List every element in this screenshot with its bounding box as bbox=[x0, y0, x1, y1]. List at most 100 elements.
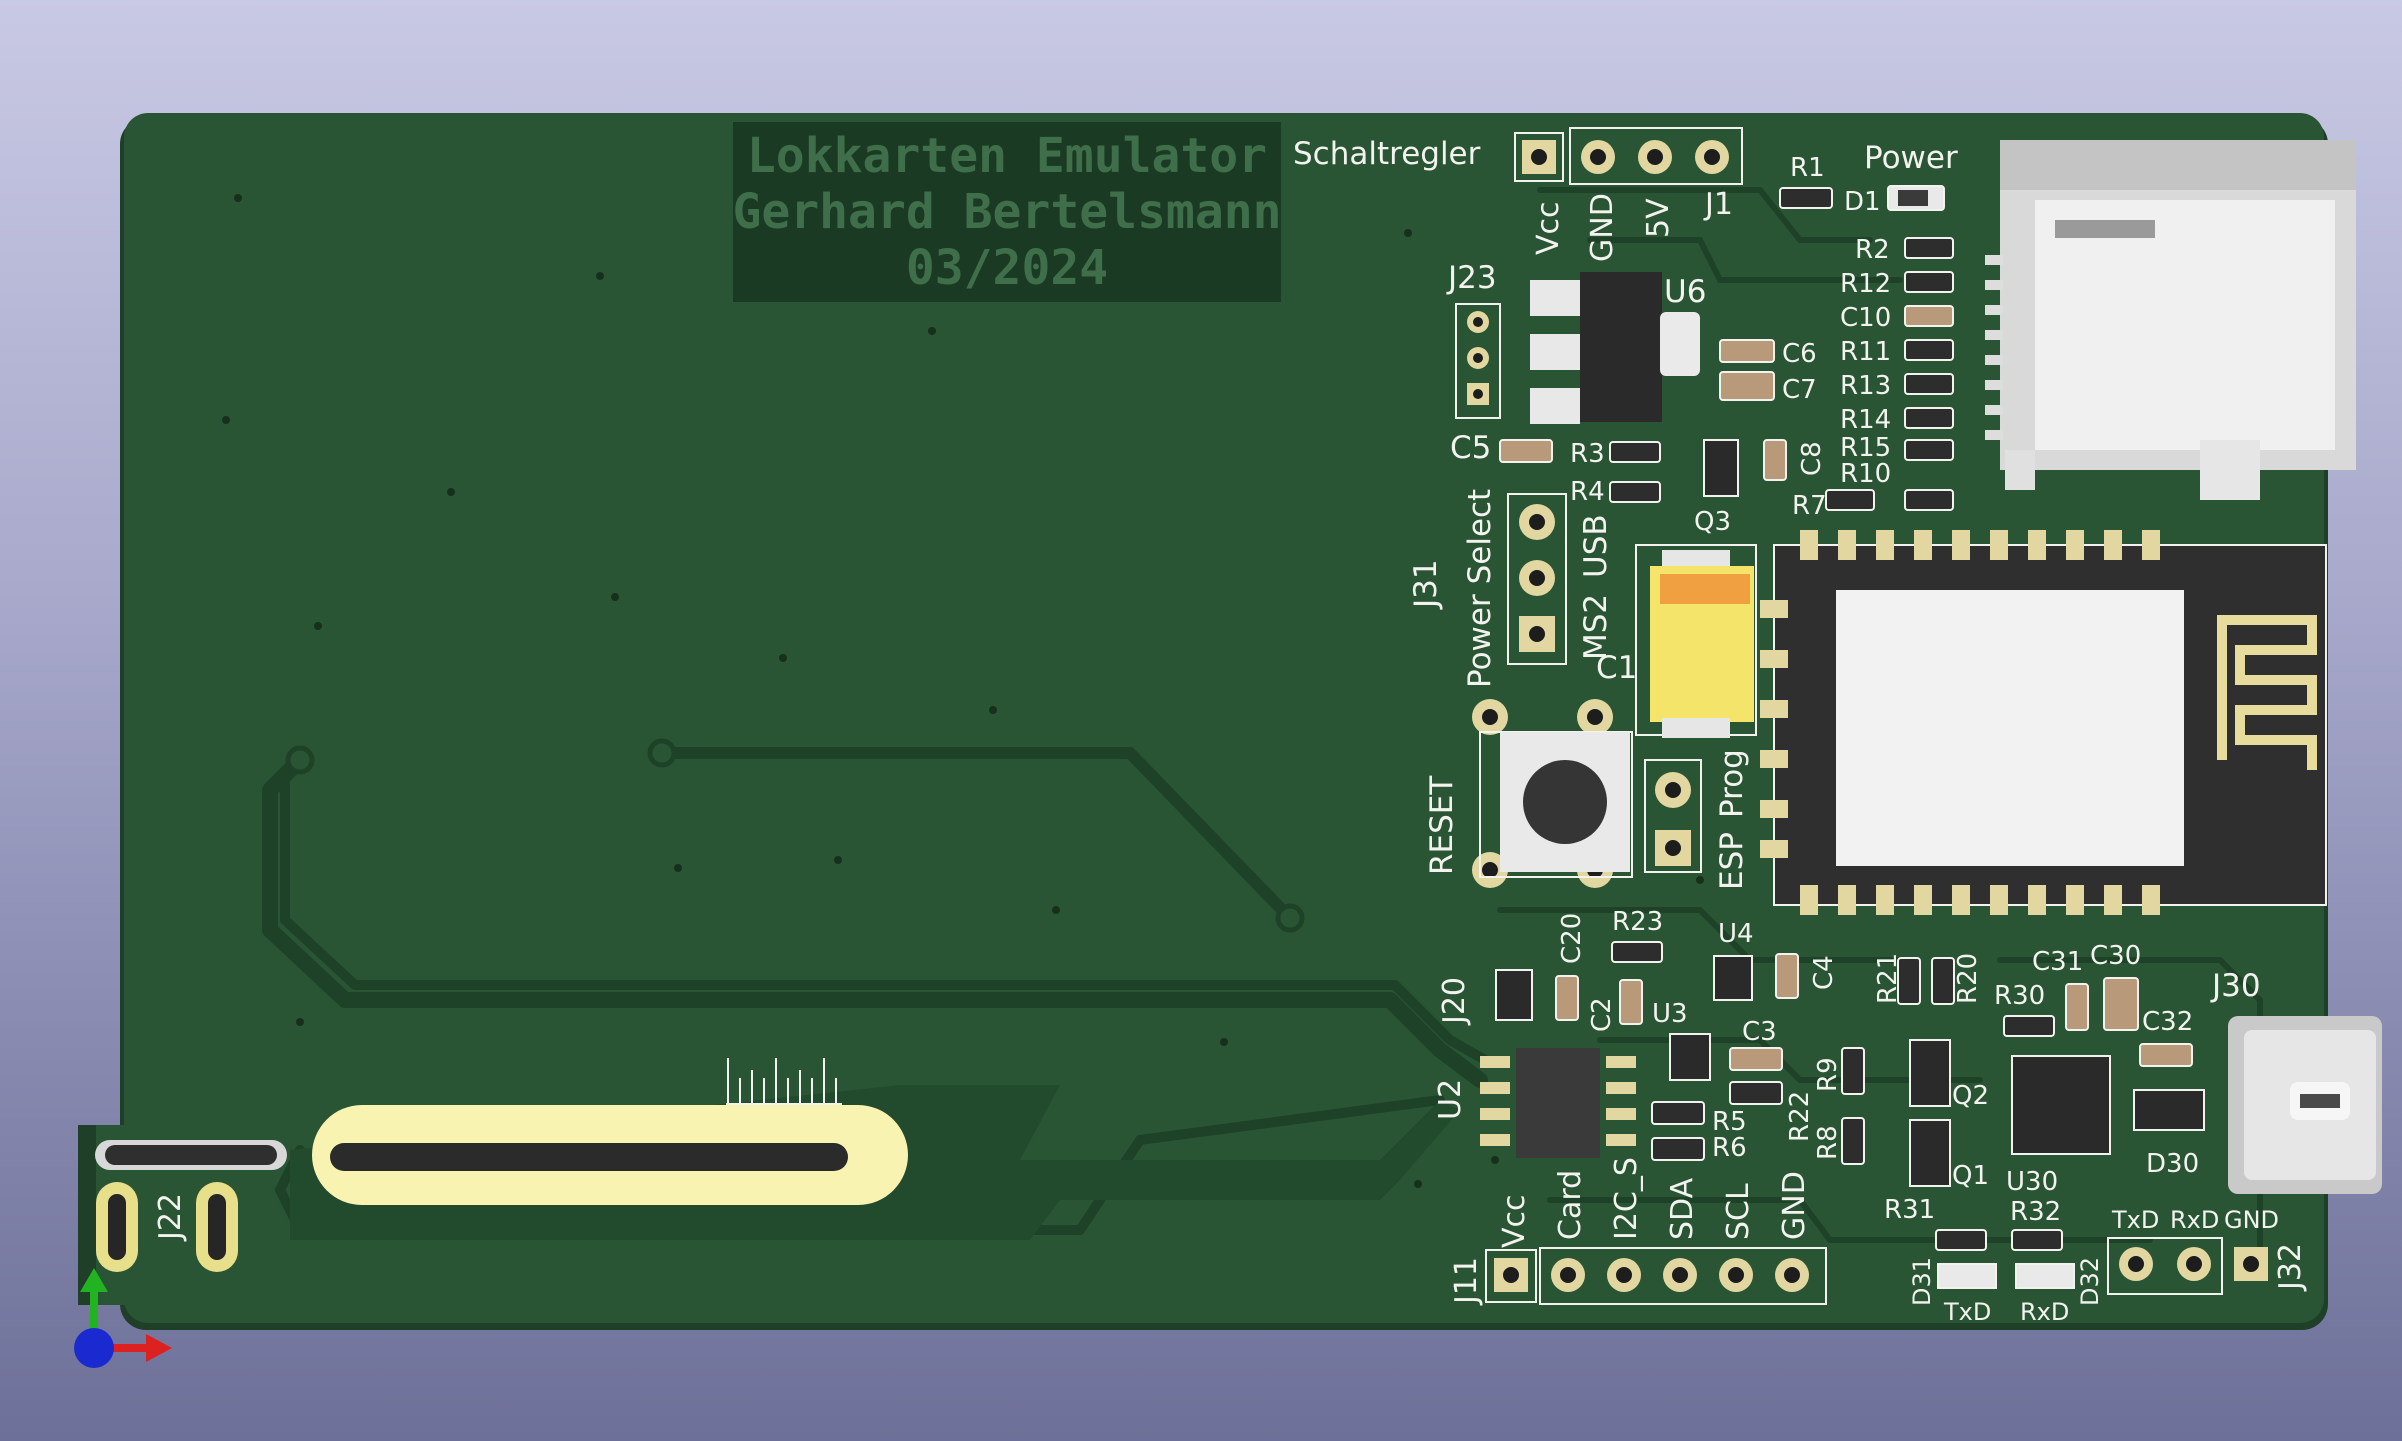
title-line-2: Gerhard Bertelsmann bbox=[732, 184, 1281, 240]
r30 bbox=[2003, 1015, 2055, 1037]
u30-ic bbox=[2011, 1055, 2111, 1155]
label-j32-gnd: GND bbox=[2224, 1206, 2279, 1234]
label-c6: C6 bbox=[1782, 339, 1817, 369]
label-u3: U3 bbox=[1652, 999, 1688, 1029]
label-j32-txd: TxD bbox=[2111, 1206, 2159, 1234]
label-schaltregler: Schaltregler bbox=[1293, 136, 1481, 172]
label-d31: D31 bbox=[1908, 1257, 1936, 1306]
d30 bbox=[2133, 1089, 2205, 1131]
label-j32: J32 bbox=[2273, 1243, 2308, 1292]
q1 bbox=[1909, 1119, 1951, 1187]
c3 bbox=[1729, 1047, 1783, 1071]
d32 bbox=[2015, 1263, 2075, 1289]
label-j22: J22 bbox=[153, 1193, 188, 1242]
label-c8: C8 bbox=[1797, 441, 1827, 476]
label-r13: R13 bbox=[1840, 371, 1891, 401]
label-c31: C31 bbox=[2032, 947, 2083, 977]
label-vcc-j1: Vcc bbox=[1531, 201, 1566, 255]
label-r30: R30 bbox=[1994, 981, 2045, 1011]
c5 bbox=[1499, 439, 1553, 463]
sd-card-socket bbox=[1985, 140, 2356, 500]
r5 bbox=[1651, 1101, 1705, 1125]
r32 bbox=[2011, 1229, 2063, 1251]
r22-top bbox=[1729, 1081, 1783, 1105]
label-j11-gnd: GND bbox=[1777, 1171, 1812, 1240]
label-j11-i2cs: I2C_S bbox=[1609, 1157, 1644, 1240]
label-prog: Prog bbox=[1714, 749, 1750, 818]
label-power-select: Power Select bbox=[1462, 489, 1498, 688]
label-d32: D32 bbox=[2076, 1257, 2104, 1306]
c31 bbox=[2065, 983, 2089, 1031]
c1-tantalum bbox=[1635, 544, 1757, 738]
label-r7: R7 bbox=[1792, 491, 1827, 521]
label-j20: J20 bbox=[1437, 977, 1472, 1026]
label-c10: C10 bbox=[1840, 303, 1891, 333]
label-u4: U4 bbox=[1718, 919, 1754, 949]
label-j11-vcc: Vcc bbox=[1497, 1194, 1532, 1248]
label-d1: D1 bbox=[1844, 187, 1881, 217]
label-esp: ESP bbox=[1714, 832, 1750, 890]
label-c30: C30 bbox=[2090, 941, 2141, 971]
label-j11: J11 bbox=[1449, 1257, 1484, 1306]
label-u6: U6 bbox=[1664, 274, 1706, 310]
label-r32: R32 bbox=[2010, 1197, 2061, 1227]
label-q2: Q2 bbox=[1952, 1081, 1989, 1111]
label-q3: Q3 bbox=[1694, 507, 1731, 537]
title-line-3: 03/2024 bbox=[906, 240, 1108, 296]
r8 bbox=[1841, 1117, 1865, 1165]
label-r20: R20 bbox=[1953, 953, 1983, 1004]
label-d30: D30 bbox=[2146, 1149, 2199, 1179]
r7 bbox=[1825, 489, 1875, 511]
label-c20: C20 bbox=[1557, 913, 1587, 964]
label-c1: C1 bbox=[1596, 650, 1637, 686]
label-r9: R9 bbox=[1813, 1057, 1843, 1092]
c2 bbox=[1619, 979, 1643, 1025]
label-gnd-j1: GND bbox=[1585, 193, 1620, 262]
micro-usb-connector bbox=[2228, 1016, 2382, 1194]
c32 bbox=[2139, 1043, 2193, 1067]
r20 bbox=[1931, 957, 1955, 1005]
c30 bbox=[2103, 977, 2139, 1031]
r1 bbox=[1779, 187, 1833, 209]
u3 bbox=[1669, 1033, 1711, 1081]
label-c2: C2 bbox=[1587, 997, 1617, 1032]
label-r2: R2 bbox=[1855, 235, 1890, 265]
label-j11-sda: SDA bbox=[1665, 1177, 1700, 1240]
label-c3: C3 bbox=[1742, 1017, 1777, 1047]
label-u30: U30 bbox=[2006, 1167, 2058, 1197]
r4 bbox=[1609, 481, 1661, 503]
label-q1: Q1 bbox=[1952, 1161, 1989, 1191]
r21 bbox=[1897, 957, 1921, 1005]
label-r31: R31 bbox=[1884, 1195, 1935, 1225]
pcb-3d-view: Lokkarten Emulator Gerhard Bertelsmann 0… bbox=[74, 113, 2382, 1368]
label-c4: C4 bbox=[1809, 955, 1839, 990]
label-r14: R14 bbox=[1840, 405, 1891, 435]
label-r1: R1 bbox=[1790, 153, 1825, 183]
c4 bbox=[1775, 953, 1799, 999]
label-r10: R10 bbox=[1840, 459, 1891, 489]
label-r4: R4 bbox=[1570, 477, 1605, 507]
label-power: Power bbox=[1864, 140, 1958, 176]
label-j31: J31 bbox=[1408, 559, 1444, 610]
label-r12: R12 bbox=[1840, 269, 1891, 299]
label-r22: R22 bbox=[1785, 1091, 1815, 1142]
label-u2: U2 bbox=[1433, 1079, 1468, 1120]
r3 bbox=[1609, 441, 1661, 463]
esp-wifi-module bbox=[1760, 530, 2327, 915]
label-5v-j1: 5V bbox=[1641, 198, 1676, 238]
r9 bbox=[1841, 1047, 1865, 1095]
r23 bbox=[1611, 941, 1663, 963]
label-r11: R11 bbox=[1840, 337, 1891, 367]
label-usb: USB bbox=[1578, 514, 1614, 578]
u4 bbox=[1713, 955, 1753, 1001]
label-reset: RESET bbox=[1424, 775, 1460, 875]
label-j11-card: Card bbox=[1553, 1170, 1588, 1240]
label-r23: R23 bbox=[1612, 907, 1663, 937]
q2 bbox=[1909, 1039, 1951, 1107]
label-r6: R6 bbox=[1712, 1133, 1747, 1163]
label-rxd: RxD bbox=[2020, 1298, 2069, 1326]
label-r8: R8 bbox=[1813, 1125, 1843, 1160]
label-c32: C32 bbox=[2142, 1007, 2193, 1037]
label-r3: R3 bbox=[1570, 439, 1605, 469]
label-c5: C5 bbox=[1450, 430, 1491, 466]
